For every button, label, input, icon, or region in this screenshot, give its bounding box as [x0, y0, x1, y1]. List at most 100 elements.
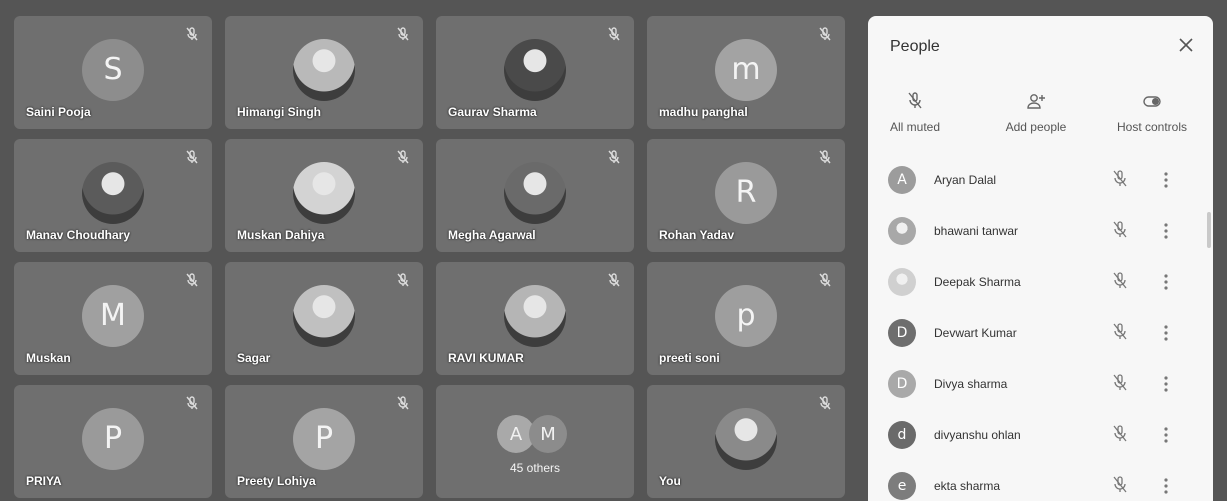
participant-name: Rohan Yadav — [659, 228, 735, 242]
mic-off-icon[interactable] — [1111, 374, 1129, 392]
mic-off-icon — [397, 273, 409, 287]
participant-tile[interactable]: M Muskan — [14, 262, 212, 375]
list-item[interactable]: e ekta sharma — [868, 462, 1213, 501]
avatar: D — [888, 319, 916, 347]
list-item[interactable]: A Aryan Dalal — [868, 156, 1213, 207]
list-item[interactable]: Deepak Sharma — [868, 258, 1213, 309]
add-people-button[interactable]: Add people — [991, 92, 1081, 134]
participant-name: divyanshu ohlan — [934, 428, 1021, 442]
list-item[interactable]: D Devwart Kumar — [868, 309, 1213, 360]
mic-off-icon — [186, 396, 198, 410]
participant-tile[interactable]: Himangi Singh — [225, 16, 423, 129]
more-vert-icon[interactable] — [1162, 221, 1170, 241]
avatar: A — [888, 166, 916, 194]
more-vert-icon[interactable] — [1162, 476, 1170, 496]
panel-actions: All muted Add people Host controls — [878, 92, 1203, 154]
action-label: Host controls — [1116, 120, 1188, 134]
participant-list: A Aryan Dalal bhawani tanwar Deepak Shar… — [868, 156, 1213, 501]
more-vert-icon[interactable] — [1162, 323, 1170, 343]
participant-tile[interactable]: R Rohan Yadav — [647, 139, 845, 252]
participant-tile[interactable]: m madhu panghal — [647, 16, 845, 129]
avatar: e — [888, 472, 916, 500]
host-controls-button[interactable]: Host controls — [1104, 92, 1200, 134]
avatar: p — [715, 284, 777, 347]
scrollbar[interactable] — [1207, 212, 1211, 248]
list-item[interactable]: d divyanshu ohlan — [868, 411, 1213, 462]
video-grid: S Saini Pooja Himangi Singh Gaurav Sharm… — [14, 16, 845, 498]
mic-off-icon[interactable] — [1111, 425, 1129, 443]
mic-off-icon — [397, 396, 409, 410]
mic-off-icon — [397, 150, 409, 164]
others-avatar: M — [529, 415, 567, 453]
all-muted-button[interactable]: All muted — [878, 92, 952, 134]
participant-name: bhawani tanwar — [934, 224, 1019, 238]
participant-tile[interactable]: RAVI KUMAR — [436, 262, 634, 375]
participant-name: Muskan Dahiya — [237, 228, 325, 242]
participant-tile[interactable]: Gaurav Sharma — [436, 16, 634, 129]
participant-name: Preety Lohiya — [237, 474, 316, 488]
avatar: m — [715, 38, 777, 101]
mic-off-icon — [819, 27, 831, 41]
mic-off-icon[interactable] — [1111, 170, 1129, 188]
avatar-photo — [504, 161, 566, 224]
mic-off-icon[interactable] — [1111, 476, 1129, 494]
participant-name: RAVI KUMAR — [448, 351, 524, 365]
close-icon[interactable] — [1177, 36, 1195, 54]
participant-tile[interactable]: Megha Agarwal — [436, 139, 634, 252]
mic-off-icon — [908, 92, 922, 109]
mic-off-icon[interactable] — [1111, 272, 1129, 290]
participant-tile[interactable]: Manav Choudhary — [14, 139, 212, 252]
participant-name: Manav Choudhary — [26, 228, 131, 242]
participant-name: Gaurav Sharma — [448, 105, 537, 119]
mic-off-icon[interactable] — [1111, 221, 1129, 239]
more-vert-icon[interactable] — [1162, 425, 1170, 445]
avatar-photo — [715, 407, 777, 470]
others-count-label: 45 others — [509, 461, 561, 475]
participant-name: Aryan Dalal — [934, 173, 997, 187]
list-item[interactable]: D Divya sharma — [868, 360, 1213, 411]
mic-off-icon — [186, 273, 198, 287]
participant-tile[interactable]: P Preety Lohiya — [225, 385, 423, 498]
mic-off-icon — [819, 396, 831, 410]
more-vert-icon[interactable] — [1162, 272, 1170, 292]
participant-tile[interactable]: p preeti soni — [647, 262, 845, 375]
mic-off-icon — [819, 273, 831, 287]
participant-name: Divya sharma — [934, 377, 1008, 391]
participant-name: Sagar — [237, 351, 271, 365]
participant-name: ekta sharma — [934, 479, 1001, 493]
participant-name: Saini Pooja — [26, 105, 91, 119]
participant-name: preeti soni — [659, 351, 720, 365]
participant-name: Devwart Kumar — [934, 326, 1017, 340]
mic-off-icon — [608, 27, 620, 41]
more-vert-icon[interactable] — [1162, 374, 1170, 394]
participant-tile[interactable]: P PRIYA — [14, 385, 212, 498]
participant-name: PRIYA — [26, 474, 62, 488]
panel-title: People — [890, 38, 940, 55]
self-tile[interactable]: You — [647, 385, 845, 498]
participant-tile[interactable]: Sagar — [225, 262, 423, 375]
participant-name: madhu panghal — [659, 105, 748, 119]
more-vert-icon[interactable] — [1162, 170, 1170, 190]
avatar: d — [888, 421, 916, 449]
participant-name: Megha Agarwal — [448, 228, 536, 242]
avatar-photo — [82, 161, 144, 224]
avatar-photo — [504, 38, 566, 101]
participant-tile[interactable]: S Saini Pooja — [14, 16, 212, 129]
list-item[interactable]: bhawani tanwar — [868, 207, 1213, 258]
avatar-photo — [504, 284, 566, 347]
mic-off-icon — [186, 27, 198, 41]
mic-off-icon — [397, 27, 409, 41]
mic-off-icon[interactable] — [1111, 323, 1129, 341]
action-label: All muted — [889, 120, 941, 134]
participant-tile[interactable]: Muskan Dahiya — [225, 139, 423, 252]
action-label: Add people — [1005, 120, 1067, 134]
avatar: S — [82, 38, 144, 101]
mic-off-icon — [608, 273, 620, 287]
others-tile[interactable]: A M 45 others — [436, 385, 634, 498]
meeting-stage: S Saini Pooja Himangi Singh Gaurav Sharm… — [0, 0, 1227, 501]
participant-name: Muskan — [26, 351, 71, 365]
toggle-icon — [1143, 96, 1161, 107]
avatar: M — [82, 284, 144, 347]
participant-name: Deepak Sharma — [934, 275, 1021, 289]
avatar: D — [888, 370, 916, 398]
